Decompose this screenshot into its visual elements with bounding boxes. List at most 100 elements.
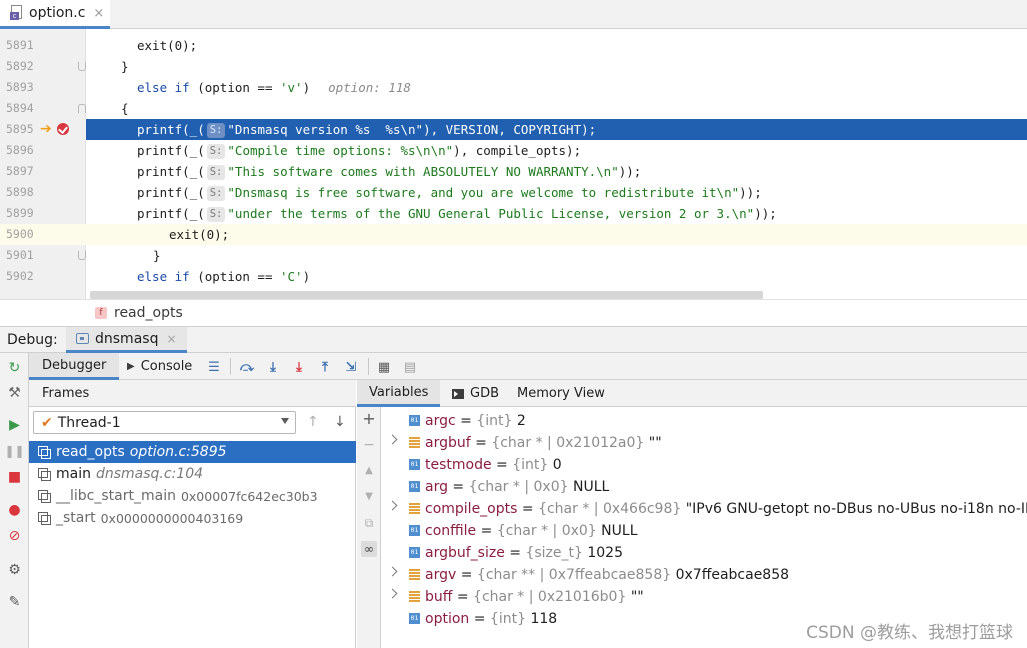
code-line-5897[interactable]: 5897 printf(_(S: "This software comes wit…	[0, 161, 1027, 182]
variable-name: conffile	[425, 523, 477, 539]
close-icon[interactable]: ×	[93, 6, 104, 21]
editor-tab-bar: c option.c ×	[0, 0, 1027, 29]
variable-text: argbuf = {char * | 0x21012a0} ""	[425, 435, 662, 451]
thread-select[interactable]: ✔ Thread-1	[33, 411, 296, 434]
line-number: 5897	[6, 164, 34, 178]
debug-session-tab[interactable]: dnsmasq ×	[66, 327, 187, 353]
frames-header: Frames	[29, 380, 356, 407]
code-line-5899[interactable]: 5899 printf(_(S: "under the terms of the …	[0, 203, 1027, 224]
variable-row[interactable]: compile_opts = {char * | 0x466c98} "IPv6…	[381, 498, 1027, 520]
chevron-right-icon[interactable]	[387, 434, 398, 445]
wrench-icon[interactable]: ⚒	[6, 384, 23, 401]
glasses-icon[interactable]: ∞	[361, 541, 377, 557]
code-fragment: ));	[618, 164, 642, 179]
code-line-5891[interactable]: 5891 exit(0);	[0, 35, 1027, 56]
variable-row[interactable]: buff = {char * | 0x21016b0} ""	[381, 586, 1027, 608]
frame-row[interactable]: __libc_start_main 0x00007fc642ec30b3	[29, 485, 356, 507]
horizontal-scrollbar[interactable]	[90, 291, 763, 299]
tab-console[interactable]: ▶ Console	[127, 353, 192, 380]
parameter-hint: S:	[206, 207, 226, 222]
code-line-5900-caret[interactable]: 5900 exit(0);	[0, 224, 1027, 245]
evaluate-expression-icon[interactable]: ▦	[376, 359, 392, 375]
breadcrumb[interactable]: f read_opts	[0, 299, 1027, 326]
breadcrumb-function[interactable]: read_opts	[114, 305, 183, 321]
code-line-5894[interactable]: 5894 {	[0, 98, 1027, 119]
code-editor[interactable]: 5891 exit(0); 5892 } 5893 else if (optio…	[0, 29, 1027, 299]
code-line-5893[interactable]: 5893 else if (option == 'v') option: 118	[0, 77, 1027, 98]
force-step-into-icon[interactable]: ⤓	[291, 359, 307, 375]
step-over-icon[interactable]: ⤼	[239, 359, 255, 375]
menu-lines-icon[interactable]: ☰	[206, 359, 222, 375]
pointer-variable-icon	[409, 569, 420, 580]
thread-name: Thread-1	[57, 414, 121, 431]
frame-icon	[38, 489, 51, 503]
layout-icon[interactable]: ▤	[402, 359, 418, 375]
run-to-cursor-icon[interactable]: ⇲	[343, 359, 359, 375]
frame-up-icon[interactable]: ↑	[307, 414, 319, 430]
code-line-5895-execution-point[interactable]: 5895 ➔ printf(_(S: "Dnsmasq version %s %s…	[0, 119, 1027, 140]
variable-text: testmode = {int} 0	[425, 457, 562, 473]
move-down-icon[interactable]: ▼	[361, 489, 377, 505]
variable-type: {int}	[476, 413, 513, 429]
code-line-5901[interactable]: 5901 }	[0, 245, 1027, 266]
frame-location: option.c:5895	[129, 444, 227, 460]
variable-text: argv = {char ** | 0x7ffeabcae858} 0x7ffe…	[425, 567, 790, 583]
rerun-icon[interactable]: ↻	[6, 359, 23, 376]
tab-variables[interactable]: Variables	[357, 380, 441, 407]
variable-row[interactable]: 01 argbuf_size = {size_t} 1025	[381, 542, 1027, 564]
variable-value: ""	[648, 435, 662, 451]
variable-row[interactable]: 01 conffile = {char * | 0x0} NULL	[381, 520, 1027, 542]
copy-icon[interactable]: ⧉	[361, 515, 377, 531]
tab-memory-view[interactable]: Memory View	[517, 380, 605, 407]
tab-option-c[interactable]: c option.c ×	[0, 0, 110, 29]
tab-label: Debugger	[42, 357, 107, 373]
move-up-icon[interactable]: ▲	[361, 463, 377, 479]
add-watch-icon[interactable]: +	[361, 411, 377, 427]
step-out-icon[interactable]: ⤒	[317, 359, 333, 375]
frame-row[interactable]: _start 0x0000000000403169	[29, 507, 356, 529]
step-into-icon[interactable]: ⤓	[265, 359, 281, 375]
frame-address: 0x0000000000403169	[100, 510, 244, 526]
variable-row[interactable]: 01 arg = {char * | 0x0} NULL	[381, 476, 1027, 498]
pin-icon[interactable]: ✎	[6, 593, 23, 610]
code-line-5898[interactable]: 5898 printf(_(S: "Dnsmasq is free softwar…	[0, 182, 1027, 203]
variable-text: argc = {int} 2	[425, 413, 526, 429]
settings-icon[interactable]: ⚙	[6, 561, 23, 578]
frames-panel: Frames ✔ Thread-1 ↑ ↓ read_opts option.c…	[29, 380, 356, 648]
fold-icon[interactable]	[78, 104, 86, 113]
chevron-right-icon[interactable]	[387, 588, 398, 599]
chevron-right-icon[interactable]	[387, 500, 398, 511]
variable-row[interactable]: argbuf = {char * | 0x21012a0} ""	[381, 432, 1027, 454]
remove-watch-icon[interactable]: −	[361, 437, 377, 453]
chevron-right-icon[interactable]	[387, 566, 398, 577]
breakpoint-icon[interactable]	[57, 123, 69, 135]
code-line-5896[interactable]: 5896 printf(_(S: "Compile time options: %…	[0, 140, 1027, 161]
fold-icon[interactable]	[78, 62, 86, 71]
tab-gdb[interactable]: GDB	[452, 380, 499, 407]
pause-icon[interactable]: ❚❚	[4, 442, 24, 459]
pointer-variable-icon	[409, 503, 420, 514]
view-breakpoints-icon[interactable]: ●	[6, 501, 23, 518]
code-line-5892[interactable]: 5892 }	[0, 56, 1027, 77]
mute-breakpoints-icon[interactable]: ⊘	[6, 527, 23, 544]
code-fragment: ));	[754, 206, 777, 221]
line-number: 5892	[6, 59, 34, 73]
variable-row[interactable]: 01 testmode = {int} 0	[381, 454, 1027, 476]
frame-row[interactable]: main dnsmasq.c:104	[29, 463, 356, 485]
variable-value: 1025	[587, 545, 623, 561]
variable-row[interactable]: 01 argc = {int} 2	[381, 410, 1027, 432]
string-literal: 'C'	[280, 269, 303, 284]
frame-down-icon[interactable]: ↓	[334, 414, 346, 430]
frame-row[interactable]: read_opts option.c:5895	[29, 441, 356, 463]
variable-row[interactable]: argv = {char ** | 0x7ffeabcae858} 0x7ffe…	[381, 564, 1027, 586]
fold-icon[interactable]	[78, 251, 86, 260]
string-literal: "Compile time options: %s\n\n"	[227, 143, 454, 158]
code-line-5902[interactable]: 5902 else if (option == 'C')	[0, 266, 1027, 287]
code-fragment: ), VERSION, COPYRIGHT);	[423, 122, 597, 137]
code-fragment: printf(_(	[137, 206, 205, 221]
close-icon[interactable]: ×	[166, 332, 176, 346]
tab-debugger[interactable]: Debugger	[29, 353, 120, 380]
variables-panel: Variables GDB Memory View + − ▲ ▼ ⧉ ∞ 01…	[357, 380, 1027, 648]
resume-icon[interactable]: ▶	[6, 416, 23, 433]
stop-icon[interactable]: ■	[6, 468, 23, 485]
